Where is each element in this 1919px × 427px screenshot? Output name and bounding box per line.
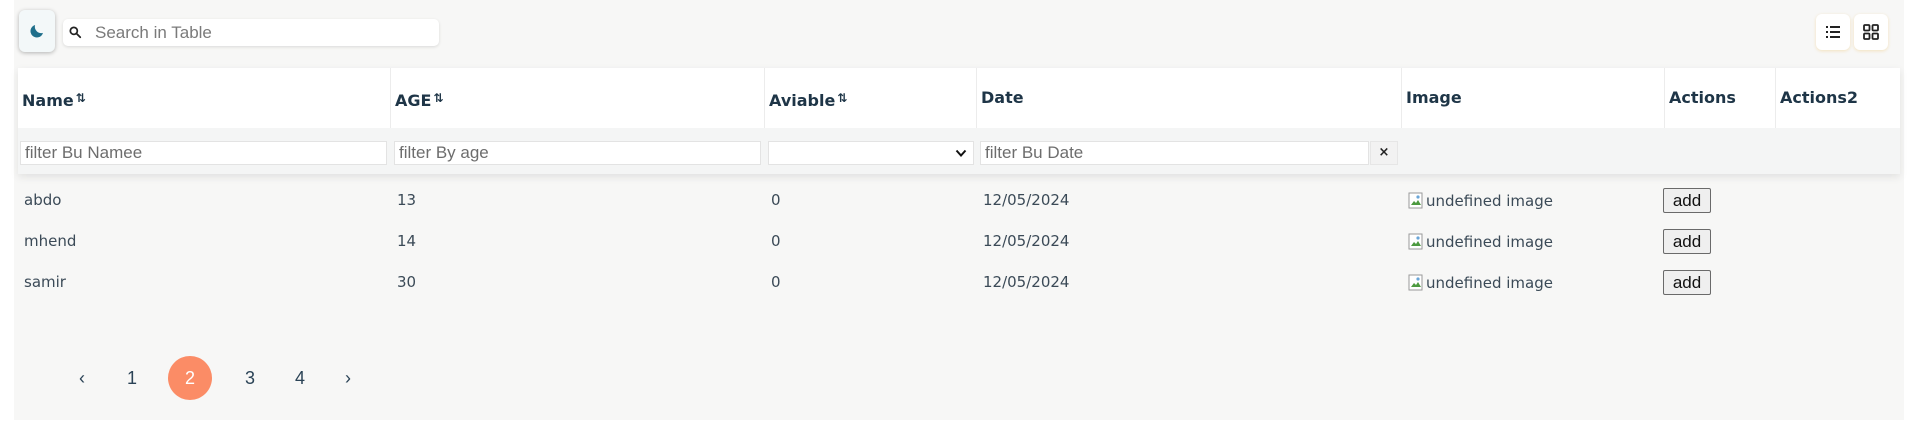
pagination-page-current[interactable]: 2 — [168, 356, 212, 400]
sort-icon[interactable]: ⇅ — [433, 91, 443, 105]
table-toolbar — [14, 0, 1904, 66]
column-header-aviable[interactable]: Aviable ⇅ — [765, 68, 977, 128]
table-panel: Name⇅ AGE⇅ Aviable⇅ Date Image Actions A… — [14, 0, 1904, 420]
cell-age: 13 — [397, 191, 417, 209]
column-header-label: Aviable — [769, 91, 836, 110]
list-view-icon — [1826, 26, 1840, 38]
chevron-down-icon — [955, 149, 967, 157]
cell-age: 14 — [397, 232, 417, 250]
table-row: abdo 13 0 12/05/2024 undefined image add — [14, 180, 1904, 221]
cell-date: 12/05/2024 — [983, 273, 1070, 291]
table-row: mhend 14 0 12/05/2024 undefined image ad… — [14, 221, 1904, 262]
grid-view-button[interactable] — [1854, 14, 1888, 50]
cell-aviable: 0 — [771, 273, 781, 291]
column-header-label: Actions2 — [1780, 88, 1859, 107]
data-table-header: Name ⇅ AGE ⇅ Aviable ⇅ Date Image Actions A… — [18, 68, 1900, 174]
broken-image-icon — [1408, 233, 1423, 250]
pagination-prev[interactable]: ‹ — [60, 356, 104, 400]
name-filter-input[interactable] — [20, 141, 387, 165]
broken-image-icon — [1408, 274, 1423, 291]
cell-image: undefined image — [1408, 273, 1553, 293]
cell-image: undefined image — [1408, 232, 1553, 252]
image-alt-text: undefined image — [1426, 233, 1553, 251]
add-button[interactable]: add — [1663, 229, 1711, 254]
search-icon — [69, 26, 82, 39]
sort-icon[interactable]: ⇅ — [76, 91, 86, 105]
column-header-label: AGE — [395, 91, 432, 110]
cell-date: 12/05/2024 — [983, 191, 1070, 209]
search-input[interactable] — [93, 22, 427, 44]
theme-toggle-button[interactable] — [19, 10, 55, 52]
clear-date-filter-button[interactable]: × — [1370, 141, 1398, 165]
date-filter-input[interactable] — [980, 141, 1369, 165]
cell-name: samir — [24, 273, 66, 291]
cell-image: undefined image — [1408, 191, 1553, 211]
column-header-name[interactable]: Name ⇅ — [18, 68, 391, 128]
cell-age: 30 — [397, 273, 417, 291]
pagination-page[interactable]: 3 — [228, 356, 272, 400]
column-header-label: Actions — [1669, 88, 1736, 107]
image-alt-text: undefined image — [1426, 274, 1553, 292]
grid-view-icon — [1863, 24, 1879, 40]
cell-name: abdo — [24, 191, 62, 209]
pagination-next[interactable]: › — [326, 356, 370, 400]
pagination-page[interactable]: 4 — [278, 356, 322, 400]
age-filter-input[interactable] — [394, 141, 761, 165]
moon-icon — [30, 25, 43, 38]
image-alt-text: undefined image — [1426, 192, 1553, 210]
filter-row: × — [18, 128, 1900, 174]
pagination-page[interactable]: 1 — [110, 356, 154, 400]
column-header-actions: Actions — [1665, 68, 1776, 128]
column-header-label: Date — [981, 88, 1024, 107]
search-box — [63, 19, 439, 46]
cell-aviable: 0 — [771, 191, 781, 209]
column-header-label: Image — [1406, 88, 1462, 107]
table-row: samir 30 0 12/05/2024 undefined image ad… — [14, 262, 1904, 303]
add-button[interactable]: add — [1663, 188, 1711, 213]
column-header-actions2: Actions2 — [1776, 68, 1900, 128]
broken-image-icon — [1408, 192, 1423, 209]
column-header-label: Name — [22, 91, 74, 110]
cell-date: 12/05/2024 — [983, 232, 1070, 250]
sort-icon[interactable]: ⇅ — [837, 91, 847, 105]
column-header-image: Image — [1402, 68, 1665, 128]
add-button[interactable]: add — [1663, 270, 1711, 295]
list-view-button[interactable] — [1816, 14, 1850, 50]
aviable-filter-select[interactable] — [768, 141, 974, 165]
cell-aviable: 0 — [771, 232, 781, 250]
column-header-age[interactable]: AGE ⇅ — [391, 68, 765, 128]
column-header-date: Date — [977, 68, 1402, 128]
cell-name: mhend — [24, 232, 77, 250]
